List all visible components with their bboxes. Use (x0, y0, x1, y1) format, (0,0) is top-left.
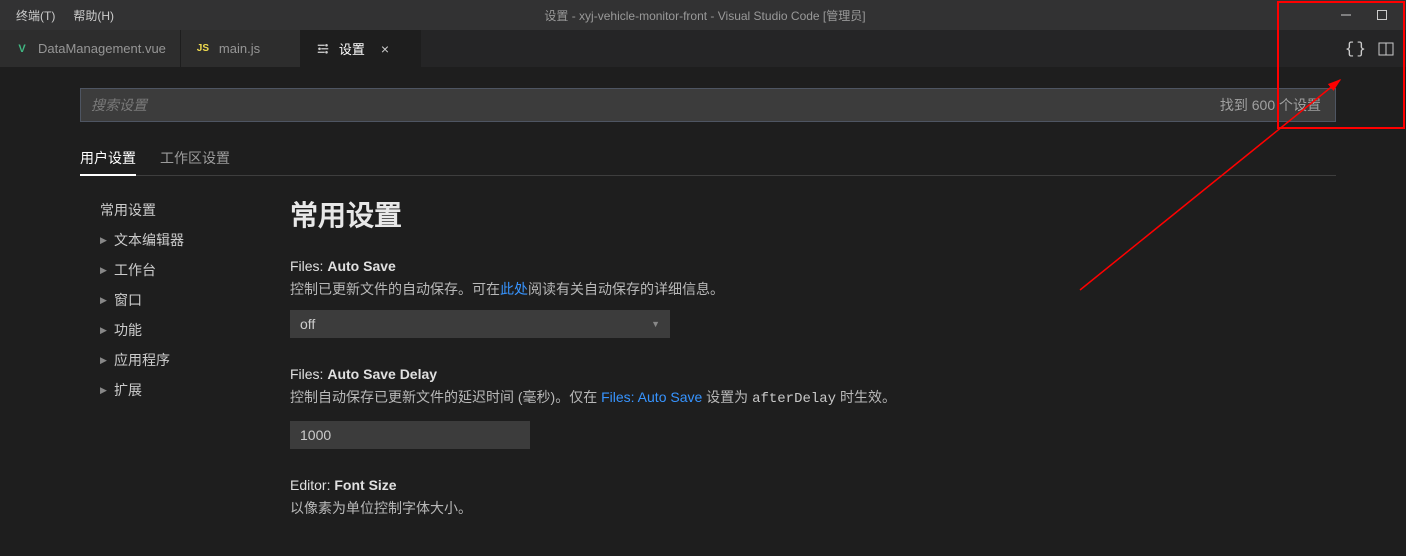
setting-label-prefix: Editor: (290, 477, 334, 493)
tab-workspace-settings[interactable]: 工作区设置 (160, 142, 230, 176)
window-title: 设置 - xyj-vehicle-monitor-front - Visual … (72, 7, 1338, 24)
desc-text: 时生效。 (836, 389, 896, 405)
setting-description: 控制已更新文件的自动保存。可在此处阅读有关自动保存的详细信息。 (290, 278, 1316, 300)
minimize-button[interactable] (1338, 7, 1354, 23)
sidebar-item-label: 功能 (114, 320, 142, 340)
sidebar-item-workbench[interactable]: ▶ 工作台 (80, 258, 250, 282)
chevron-right-icon: ▶ (100, 325, 110, 336)
split-editor-icon[interactable] (1378, 41, 1394, 57)
editor-tabs: V DataManagement.vue JS main.js 设置 × {} (0, 30, 1406, 68)
setting-label-prefix: Files: (290, 258, 327, 274)
chevron-right-icon: ▶ (100, 295, 110, 306)
settings-editor: 找到 600 个设置 用户设置 工作区设置 常用设置 ▶ 文本编辑器 ▶ 工作台… (0, 68, 1406, 556)
setting-description: 以像素为单位控制字体大小。 (290, 497, 1316, 519)
title-bar: 终端(T) 帮助(H) 设置 - xyj-vehicle-monitor-fro… (0, 0, 1406, 30)
desc-text: 控制自动保存已更新文件的延迟时间 (毫秒)。仅在 (290, 389, 601, 405)
sidebar-item-label: 应用程序 (114, 350, 170, 370)
window-controls (1338, 7, 1398, 23)
sidebar-item-label: 工作台 (114, 260, 156, 280)
sidebar-item-label: 扩展 (114, 380, 142, 400)
code-literal: afterDelay (752, 391, 836, 407)
javascript-icon: JS (195, 41, 211, 57)
tab-data-management[interactable]: V DataManagement.vue (0, 30, 181, 67)
sidebar-item-features[interactable]: ▶ 功能 (80, 318, 250, 342)
tab-label: main.js (219, 41, 260, 56)
setting-editor-font-size: Editor: Font Size 以像素为单位控制字体大小。 (290, 477, 1316, 529)
sidebar-item-label: 文本编辑器 (114, 230, 184, 250)
tab-label: DataManagement.vue (38, 41, 166, 56)
open-settings-json-icon[interactable]: {} (1345, 40, 1368, 58)
tab-user-settings[interactable]: 用户设置 (80, 142, 136, 176)
settings-scope-tabs: 用户设置 工作区设置 (80, 142, 1336, 176)
vue-icon: V (14, 41, 30, 57)
setting-label: Editor: Font Size (290, 477, 1316, 493)
link-auto-save[interactable]: Files: Auto Save (601, 389, 702, 405)
auto-save-delay-input[interactable] (290, 421, 530, 449)
setting-label: Files: Auto Save (290, 258, 1316, 274)
settings-list: 常用设置 Files: Auto Save 控制已更新文件的自动保存。可在此处阅… (290, 194, 1336, 556)
setting-label-key: Font Size (334, 477, 396, 493)
setting-description: 控制自动保存已更新文件的延迟时间 (毫秒)。仅在 Files: Auto Sav… (290, 386, 1316, 410)
search-container: 找到 600 个设置 (80, 88, 1336, 122)
tab-main-js[interactable]: JS main.js (181, 30, 301, 67)
settings-icon (315, 41, 331, 57)
search-input[interactable] (81, 89, 1206, 121)
setting-label-key: Auto Save (327, 258, 395, 274)
setting-label-key: Auto Save Delay (327, 366, 437, 382)
maximize-button[interactable] (1374, 7, 1390, 23)
chevron-right-icon: ▶ (100, 385, 110, 396)
chevron-right-icon: ▶ (100, 355, 110, 366)
search-result-count: 找到 600 个设置 (1206, 95, 1335, 115)
setting-files-auto-save-delay: Files: Auto Save Delay 控制自动保存已更新文件的延迟时间 … (290, 366, 1316, 448)
sidebar-item-extensions[interactable]: ▶ 扩展 (80, 378, 250, 402)
auto-save-select[interactable]: off ▼ (290, 310, 670, 338)
desc-text: 设置为 (702, 389, 752, 405)
close-icon[interactable]: × (377, 41, 393, 57)
setting-label-prefix: Files: (290, 366, 327, 382)
chevron-down-icon: ▼ (651, 319, 660, 329)
tab-settings[interactable]: 设置 × (301, 30, 421, 67)
tab-label: 设置 (339, 39, 365, 58)
settings-toc: 常用设置 ▶ 文本编辑器 ▶ 工作台 ▶ 窗口 ▶ 功能 ▶ 应用程序 (80, 194, 250, 556)
desc-text: 控制已更新文件的自动保存。可在 (290, 281, 500, 297)
sidebar-item-text-editor[interactable]: ▶ 文本编辑器 (80, 228, 250, 252)
sidebar-item-label: 常用设置 (86, 200, 156, 220)
sidebar-item-label: 窗口 (114, 290, 142, 310)
menu-terminal[interactable]: 终端(T) (8, 3, 63, 28)
section-heading: 常用设置 (290, 194, 1316, 234)
link-here[interactable]: 此处 (500, 281, 528, 297)
chevron-right-icon: ▶ (100, 265, 110, 276)
select-value: off (300, 316, 315, 332)
settings-body: 常用设置 ▶ 文本编辑器 ▶ 工作台 ▶ 窗口 ▶ 功能 ▶ 应用程序 (80, 194, 1336, 556)
chevron-right-icon: ▶ (100, 235, 110, 246)
sidebar-item-common[interactable]: 常用设置 (80, 198, 250, 222)
setting-files-auto-save: Files: Auto Save 控制已更新文件的自动保存。可在此处阅读有关自动… (290, 258, 1316, 338)
setting-label: Files: Auto Save Delay (290, 366, 1316, 382)
sidebar-item-window[interactable]: ▶ 窗口 (80, 288, 250, 312)
editor-actions: {} (1345, 30, 1406, 67)
sidebar-item-application[interactable]: ▶ 应用程序 (80, 348, 250, 372)
desc-text: 阅读有关自动保存的详细信息。 (528, 281, 724, 297)
